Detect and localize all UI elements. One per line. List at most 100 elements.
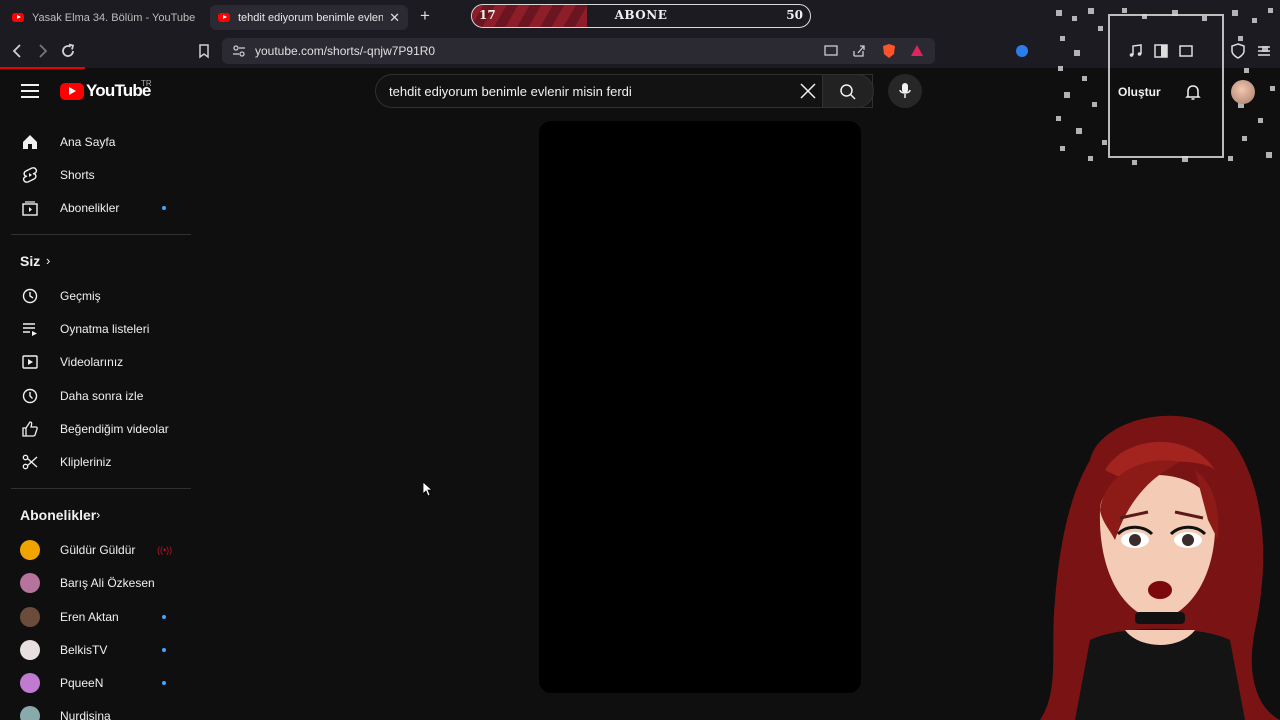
sidebar-item-your-videos[interactable]: Videolarınız [0, 345, 190, 378]
channel-avatar [20, 639, 40, 660]
region-code: TR [141, 79, 152, 88]
browser-tab-active[interactable]: tehdit ediyorum benimle evlenir ✕ [210, 5, 408, 30]
youtube-favicon-icon [218, 13, 230, 22]
subscriptions-icon [22, 200, 38, 216]
sidebar-item-label: Oynatma listeleri [60, 321, 150, 336]
shorts-icon [22, 166, 38, 183]
browser-tab-bar: Yasak Elma 34. Bölüm - YouTube tehdit ed… [0, 0, 1280, 34]
tab-title: Yasak Elma 34. Bölüm - YouTube [32, 11, 196, 24]
notifications-icon[interactable] [1183, 82, 1203, 102]
browser-nav-bar: youtube.com/shorts/-qnjw7P91R0 [0, 34, 1280, 68]
menu-icon[interactable] [1254, 41, 1274, 61]
subscriber-goal-target: 50 [786, 8, 803, 22]
reload-icon[interactable] [58, 41, 78, 61]
bookmark-icon[interactable] [194, 41, 214, 61]
sidebar-item-label: Daha sonra izle [60, 388, 144, 403]
brave-rewards-icon[interactable] [908, 42, 926, 60]
streamer-avatar-illustration [1040, 415, 1280, 720]
back-icon[interactable] [8, 41, 28, 61]
sidebar-item-home[interactable]: Ana Sayfa [0, 125, 190, 158]
tab-title: tehdit ediyorum benimle evlenir [238, 11, 384, 24]
liked-videos-icon [22, 420, 38, 437]
url-text: youtube.com/shorts/-qnjw7P91R0 [255, 44, 436, 58]
clear-search-icon[interactable] [798, 81, 818, 101]
microphone-icon [899, 83, 911, 98]
youtube-logo[interactable]: YouTube [60, 81, 151, 101]
channel-name: Nurdisina [60, 708, 111, 720]
history-icon [22, 288, 38, 303]
site-settings-icon[interactable] [230, 42, 248, 60]
shorts-video-player[interactable] [539, 121, 861, 693]
sidebar-section-you[interactable]: Siz [20, 253, 40, 269]
mouse-cursor-icon [423, 482, 433, 497]
sidebar-item-history[interactable]: Geçmiş [0, 279, 190, 312]
sidebar-channel[interactable]: Güldür Güldür ((•)) [0, 533, 190, 566]
chevron-right-icon: › [46, 253, 51, 268]
sidebar-divider [11, 234, 191, 235]
sidebar-item-label: Shorts [60, 167, 95, 182]
channel-name: Eren Aktan [60, 609, 119, 624]
sidebar-channel[interactable]: Eren Aktan [0, 600, 190, 633]
live-indicator-icon: ((•)) [157, 544, 173, 555]
channel-name: PqueeN [60, 675, 104, 690]
address-bar[interactable]: youtube.com/shorts/-qnjw7P91R0 [222, 38, 935, 64]
search-button[interactable] [822, 74, 874, 108]
brave-shield-icon[interactable] [880, 42, 898, 60]
clips-icon [22, 454, 38, 469]
forward-icon[interactable] [32, 41, 52, 61]
new-content-dot [162, 647, 166, 652]
sidebar-item-label: Abonelikler [60, 200, 120, 215]
page-load-progress [0, 67, 85, 69]
chevron-right-icon: › [96, 507, 101, 522]
browser-tab[interactable]: Yasak Elma 34. Bölüm - YouTube [4, 5, 204, 30]
subscriber-goal-bar: ABONE 17 50 [471, 4, 811, 28]
your-videos-icon [22, 354, 38, 369]
sidebar-channel[interactable]: Barış Ali Özkesen [0, 566, 190, 599]
sidebar-item-label: Beğendiğim videolar [60, 421, 169, 436]
cast-icon[interactable] [822, 42, 840, 60]
channel-name: BelkisTV [60, 642, 108, 657]
sidebar-item-clips[interactable]: Klipleriniz [0, 445, 190, 478]
channel-avatar [20, 539, 40, 560]
account-avatar[interactable] [1231, 80, 1255, 104]
guide-menu-icon[interactable] [21, 84, 39, 98]
sidebar-item-liked-videos[interactable]: Beğendiğim videolar [0, 412, 190, 445]
new-content-dot [162, 680, 166, 685]
sidebar-item-subscriptions[interactable]: Abonelikler [0, 191, 190, 224]
youtube-play-icon [60, 82, 84, 100]
search-icon [840, 84, 856, 100]
channel-name: Güldür Güldür [60, 542, 136, 557]
channel-avatar [20, 606, 40, 627]
sidebar-item-shorts[interactable]: Shorts [0, 158, 190, 191]
voice-search-button[interactable] [888, 74, 922, 108]
sidebar-channel[interactable]: PqueeN [0, 666, 190, 699]
channel-avatar [20, 672, 40, 693]
sidebar-item-watch-later[interactable]: Daha sonra izle [0, 379, 190, 412]
watch-later-icon [22, 388, 38, 403]
sidebar-divider [11, 488, 191, 489]
new-content-dot [162, 205, 166, 210]
new-tab-button[interactable]: + [420, 6, 430, 26]
playlists-icon [23, 322, 37, 336]
home-icon [23, 134, 37, 149]
sidebar-item-label: Ana Sayfa [60, 134, 116, 149]
channel-avatar [20, 572, 40, 593]
channel-avatar [20, 705, 40, 720]
search-query: tehdit ediyorum benimle evlenir misin fe… [389, 84, 632, 99]
extension-icon[interactable] [1012, 41, 1032, 61]
subscriber-goal-label: ABONE [614, 8, 668, 22]
sidebar-channel[interactable]: Nurdisina [0, 699, 190, 720]
sidebar-item-playlists[interactable]: Oynatma listeleri [0, 312, 190, 345]
sidebar-section-subscriptions[interactable]: Abonelikler [20, 507, 96, 523]
subscriber-goal-current: 17 [479, 8, 496, 22]
sidebar-channel[interactable]: BelkisTV [0, 633, 190, 666]
sidebar-item-label: Klipleriniz [60, 454, 112, 469]
close-tab-icon[interactable]: ✕ [389, 10, 400, 26]
channel-name: Barış Ali Özkesen [60, 575, 155, 590]
vpn-icon[interactable] [1228, 41, 1248, 61]
share-icon[interactable] [850, 42, 868, 60]
sidebar-item-label: Geçmiş [60, 288, 101, 303]
youtube-favicon-icon [12, 13, 24, 22]
create-button[interactable]: Oluştur [1118, 85, 1161, 99]
new-content-dot [162, 614, 166, 619]
